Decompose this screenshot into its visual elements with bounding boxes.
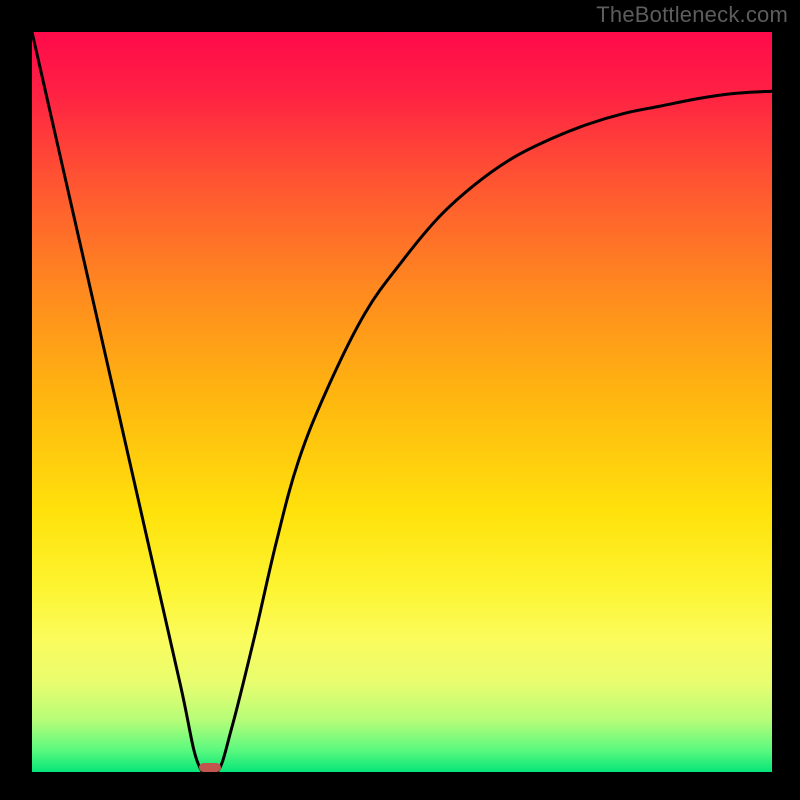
chart-curve — [32, 32, 772, 772]
minimum-marker — [199, 763, 221, 772]
plot-area — [32, 32, 772, 772]
watermark-text: TheBottleneck.com — [596, 2, 788, 28]
chart-frame: TheBottleneck.com — [0, 0, 800, 800]
